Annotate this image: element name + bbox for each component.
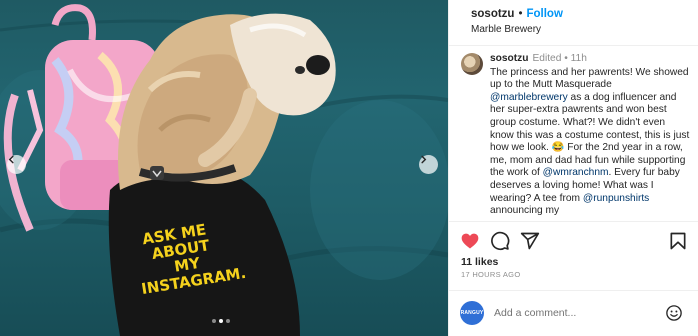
action-bar xyxy=(449,221,698,259)
chevron-left-icon xyxy=(8,155,14,164)
caption-username[interactable]: sosotzu xyxy=(490,53,529,66)
caption-text-segment: The princess and her pawrents! We showed… xyxy=(490,66,689,91)
chevron-right-icon xyxy=(421,155,427,164)
carousel-dot xyxy=(226,319,230,323)
carousel-dot xyxy=(212,319,216,323)
comments-section[interactable]: sosotzu Edited • 11h The princess and he… xyxy=(449,46,698,221)
carousel-dot-active xyxy=(219,319,223,323)
share-icon[interactable] xyxy=(520,231,540,251)
caption-text-segment: as a dog influencer and her super-extra … xyxy=(490,91,690,179)
comment-icon[interactable] xyxy=(490,231,510,251)
likes-count[interactable]: 11 likes xyxy=(461,256,498,268)
post-location[interactable]: Marble Brewery xyxy=(471,24,698,35)
comment-input[interactable] xyxy=(494,303,654,323)
caption-text: The princess and her pawrents! We showed… xyxy=(490,67,690,218)
current-user-avatar: RANGUY xyxy=(460,301,484,325)
post-caption: sosotzu Edited • 11h The princess and he… xyxy=(461,53,690,218)
post-header: sosotzu • Follow Marble Brewery xyxy=(449,0,698,46)
post-author-username[interactable]: sosotzu xyxy=(471,8,514,20)
heart-filled-icon[interactable] xyxy=(460,231,480,251)
header-separator: • xyxy=(518,8,523,20)
mention-link-wmranchnm[interactable]: @wmranchnm xyxy=(543,167,609,178)
mention-link-runpunshirts[interactable]: @runpunshirts xyxy=(583,193,649,204)
carousel-prev-button[interactable] xyxy=(7,155,26,174)
add-comment-bar: RANGUY xyxy=(449,290,698,336)
post-panel: sosotzu • Follow Marble Brewery sosotzu … xyxy=(448,0,698,336)
caption-body: sosotzu Edited • 11h The princess and he… xyxy=(490,53,690,218)
carousel-indicator xyxy=(212,319,230,323)
caption-meta: Edited • 11h xyxy=(532,53,587,64)
dog-photo: ASK ME ABOUT MY INSTAGRAM. xyxy=(0,4,448,336)
caption-text-segment: announcing my xyxy=(490,205,560,217)
follow-button[interactable]: Follow xyxy=(526,8,562,20)
caption-avatar[interactable] xyxy=(461,53,483,75)
smiley-icon[interactable] xyxy=(665,304,683,322)
bookmark-icon[interactable] xyxy=(668,231,688,251)
post-media: ASK ME ABOUT MY INSTAGRAM. xyxy=(0,0,448,336)
post-timestamp: 17 HOURS AGO xyxy=(461,270,521,279)
carousel-next-button[interactable] xyxy=(419,155,438,174)
mention-link-marblebrewery[interactable]: @marblebrewery xyxy=(490,92,568,103)
